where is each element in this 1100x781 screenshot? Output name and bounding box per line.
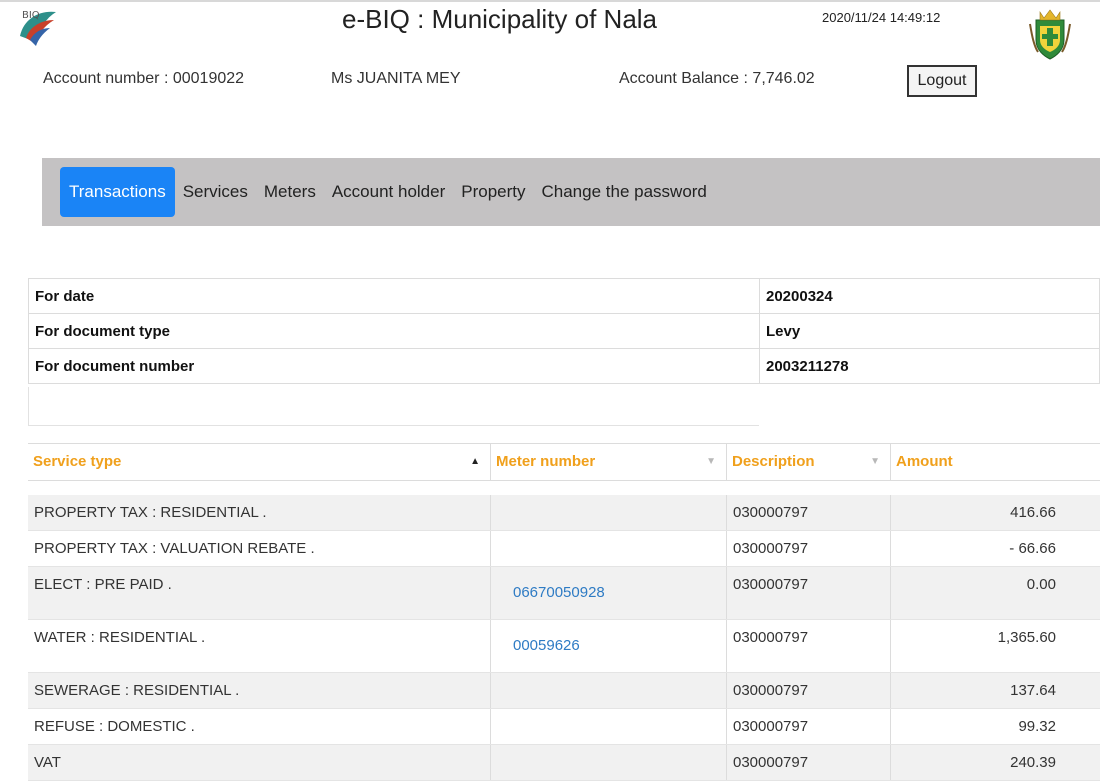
- description-cell: 030000797: [727, 745, 891, 780]
- column-header-description[interactable]: Description ▼: [727, 444, 891, 480]
- filter-value: 20200324: [759, 278, 1100, 314]
- column-label: Service type: [33, 453, 122, 470]
- description-cell: 030000797: [727, 495, 891, 530]
- description-cell: 030000797: [727, 620, 891, 672]
- empty-panel: [28, 387, 759, 426]
- logout-button[interactable]: Logout: [907, 65, 977, 97]
- column-header-meter-number[interactable]: Meter number ▼: [491, 444, 727, 480]
- meter-number-cell: [491, 709, 727, 744]
- table-row[interactable]: VAT 030000797 240.39: [28, 745, 1100, 781]
- description-cell: 030000797: [727, 567, 891, 619]
- table-row[interactable]: REFUSE : DOMESTIC . 030000797 99.32: [28, 709, 1100, 745]
- column-header-amount[interactable]: Amount: [891, 444, 1100, 480]
- column-header-service-type[interactable]: Service type ▲: [28, 444, 491, 480]
- municipality-crest: [1029, 9, 1071, 60]
- table-row[interactable]: PROPERTY TAX : VALUATION REBATE . 030000…: [28, 531, 1100, 567]
- filter-label: For document number: [28, 348, 760, 384]
- account-number: Account number : 00019022: [43, 70, 245, 87]
- filter-label: For document type: [28, 313, 760, 349]
- column-label: Description: [732, 453, 815, 470]
- grid-header: Service type ▲ Meter number ▼ Descriptio…: [28, 443, 1100, 481]
- tab-services[interactable]: Services: [175, 167, 256, 217]
- sort-down-icon: ▼: [870, 456, 880, 467]
- account-balance: Account Balance : 7,746.02: [619, 70, 815, 87]
- service-type-cell: WATER : RESIDENTIAL .: [28, 620, 491, 672]
- table-row[interactable]: PROPERTY TAX : RESIDENTIAL . 030000797 4…: [28, 495, 1100, 531]
- service-type-cell: VAT: [28, 745, 491, 780]
- filter-label: For date: [28, 278, 760, 314]
- session-datetime: 2020/11/24 14:49:12: [822, 10, 941, 25]
- amount-cell: 416.66: [1010, 504, 1056, 521]
- service-type-cell: PROPERTY TAX : VALUATION REBATE .: [28, 531, 491, 566]
- meter-number-cell: [491, 495, 727, 530]
- service-type-cell: ELECT : PRE PAID .: [28, 567, 491, 619]
- tab-change-password[interactable]: Change the password: [534, 167, 715, 217]
- column-label: Amount: [896, 453, 953, 470]
- table-row[interactable]: ELECT : PRE PAID . 06670050928 030000797…: [28, 567, 1100, 620]
- service-type-cell: SEWERAGE : RESIDENTIAL .: [28, 673, 491, 708]
- transactions-grid: PROPERTY TAX : RESIDENTIAL . 030000797 4…: [28, 495, 1100, 781]
- description-cell: 030000797: [727, 709, 891, 744]
- tab-meters[interactable]: Meters: [256, 167, 324, 217]
- filter-value: 2003211278: [759, 348, 1100, 384]
- service-type-cell: REFUSE : DOMESTIC .: [28, 709, 491, 744]
- amount-cell: 99.32: [1018, 718, 1056, 735]
- filter-row-date: For date 20200324: [28, 278, 1100, 314]
- main-nav: Transactions Services Meters Account hol…: [42, 158, 1100, 226]
- amount-cell: 240.39: [1010, 754, 1056, 771]
- tab-property[interactable]: Property: [453, 167, 533, 217]
- sort-down-icon: ▼: [706, 456, 716, 467]
- document-filter-table: For date 20200324 For document type Levy…: [28, 278, 1100, 384]
- table-row[interactable]: WATER : RESIDENTIAL . 00059626 030000797…: [28, 620, 1100, 673]
- meter-number-cell: [491, 673, 727, 708]
- column-label: Meter number: [496, 453, 596, 470]
- page-title: e-BIQ : Municipality of Nala: [342, 4, 658, 34]
- account-holder-name: Ms JUANITA MEY: [331, 70, 461, 87]
- meter-number-cell: [491, 531, 727, 566]
- description-cell: 030000797: [727, 531, 891, 566]
- filter-row-document-type: For document type Levy: [28, 313, 1100, 349]
- amount-cell: 137.64: [1010, 682, 1056, 699]
- table-row[interactable]: SEWERAGE : RESIDENTIAL . 030000797 137.6…: [28, 673, 1100, 709]
- svg-text:BIQ: BIQ: [22, 10, 40, 21]
- filter-row-document-number: For document number 2003211278: [28, 348, 1100, 384]
- meter-number-cell: 00059626: [491, 620, 727, 672]
- amount-cell: - 66.66: [1009, 540, 1056, 557]
- amount-cell: 0.00: [1026, 576, 1056, 593]
- ebiq-logo: BIQ: [20, 10, 56, 46]
- filter-value: Levy: [759, 313, 1100, 349]
- amount-cell: 1,365.60: [997, 629, 1056, 646]
- sort-up-icon: ▲: [470, 456, 480, 467]
- meter-number-cell: [491, 745, 727, 780]
- meter-number-cell: 06670050928: [491, 567, 727, 619]
- top-border: [0, 0, 1100, 2]
- meter-number-link[interactable]: 06670050928: [513, 584, 726, 601]
- service-type-cell: PROPERTY TAX : RESIDENTIAL .: [28, 495, 491, 530]
- tab-account-holder[interactable]: Account holder: [324, 167, 453, 217]
- meter-number-link[interactable]: 00059626: [513, 637, 726, 654]
- description-cell: 030000797: [727, 673, 891, 708]
- tab-transactions[interactable]: Transactions: [60, 167, 175, 217]
